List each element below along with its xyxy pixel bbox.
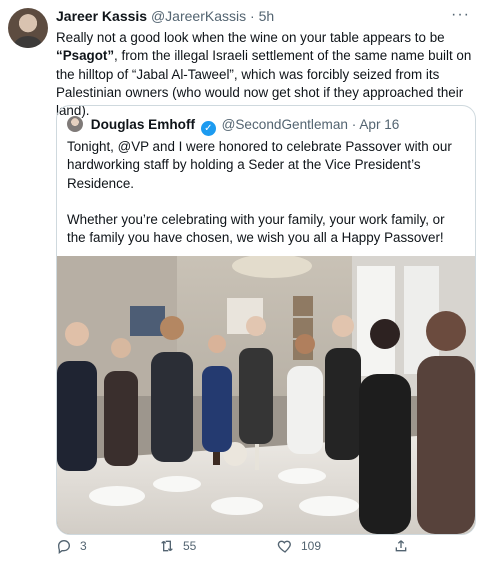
author-handle[interactable]: @JareerKassis	[151, 8, 246, 24]
quoted-header: Douglas Emhoff ✓ @SecondGentleman · Apr …	[67, 116, 399, 136]
tweet-text-part1: Really not a good look when the wine on …	[56, 30, 445, 45]
quoted-photo[interactable]	[57, 256, 475, 534]
retweet-icon	[161, 540, 173, 552]
like-button[interactable]: 109	[277, 538, 321, 554]
reply-icon	[57, 539, 71, 554]
quoted-separator: ·	[351, 117, 357, 132]
tweet-header: Jareer Kassis @JareerKassis · 5h ···	[56, 6, 470, 28]
tweet[interactable]: Jareer Kassis @JareerKassis · 5h ··· Rea…	[0, 0, 486, 565]
quoted-avatar	[67, 116, 83, 132]
retweet-button[interactable]: 55	[159, 538, 196, 554]
quoted-tweet[interactable]: Douglas Emhoff ✓ @SecondGentleman · Apr …	[56, 105, 476, 535]
quoted-text: Tonight, @VP and I were honored to celeb…	[67, 139, 452, 246]
heart-icon	[277, 540, 291, 553]
tweet-time[interactable]: 5h	[259, 8, 275, 24]
share-button[interactable]	[393, 538, 409, 554]
quoted-time: Apr 16	[359, 117, 400, 132]
dinner-photo	[57, 256, 475, 534]
share-icon	[395, 540, 407, 552]
reply-button[interactable]: 3	[56, 538, 87, 554]
quoted-author-handle: @SecondGentleman	[221, 117, 348, 132]
more-icon[interactable]: ···	[451, 6, 470, 24]
verified-icon: ✓	[200, 121, 216, 136]
separator: ·	[250, 8, 255, 24]
like-count: 109	[301, 539, 322, 553]
reply-count: 3	[80, 539, 87, 553]
retweet-count: 55	[183, 539, 197, 553]
author-avatar[interactable]	[8, 8, 48, 48]
tweet-text-bold: “Psagot”	[56, 48, 115, 64]
tweet-actions: 3 55 109	[56, 538, 476, 560]
author-name[interactable]: Jareer Kassis	[56, 8, 147, 24]
quoted-author-name: Douglas Emhoff	[90, 117, 195, 132]
